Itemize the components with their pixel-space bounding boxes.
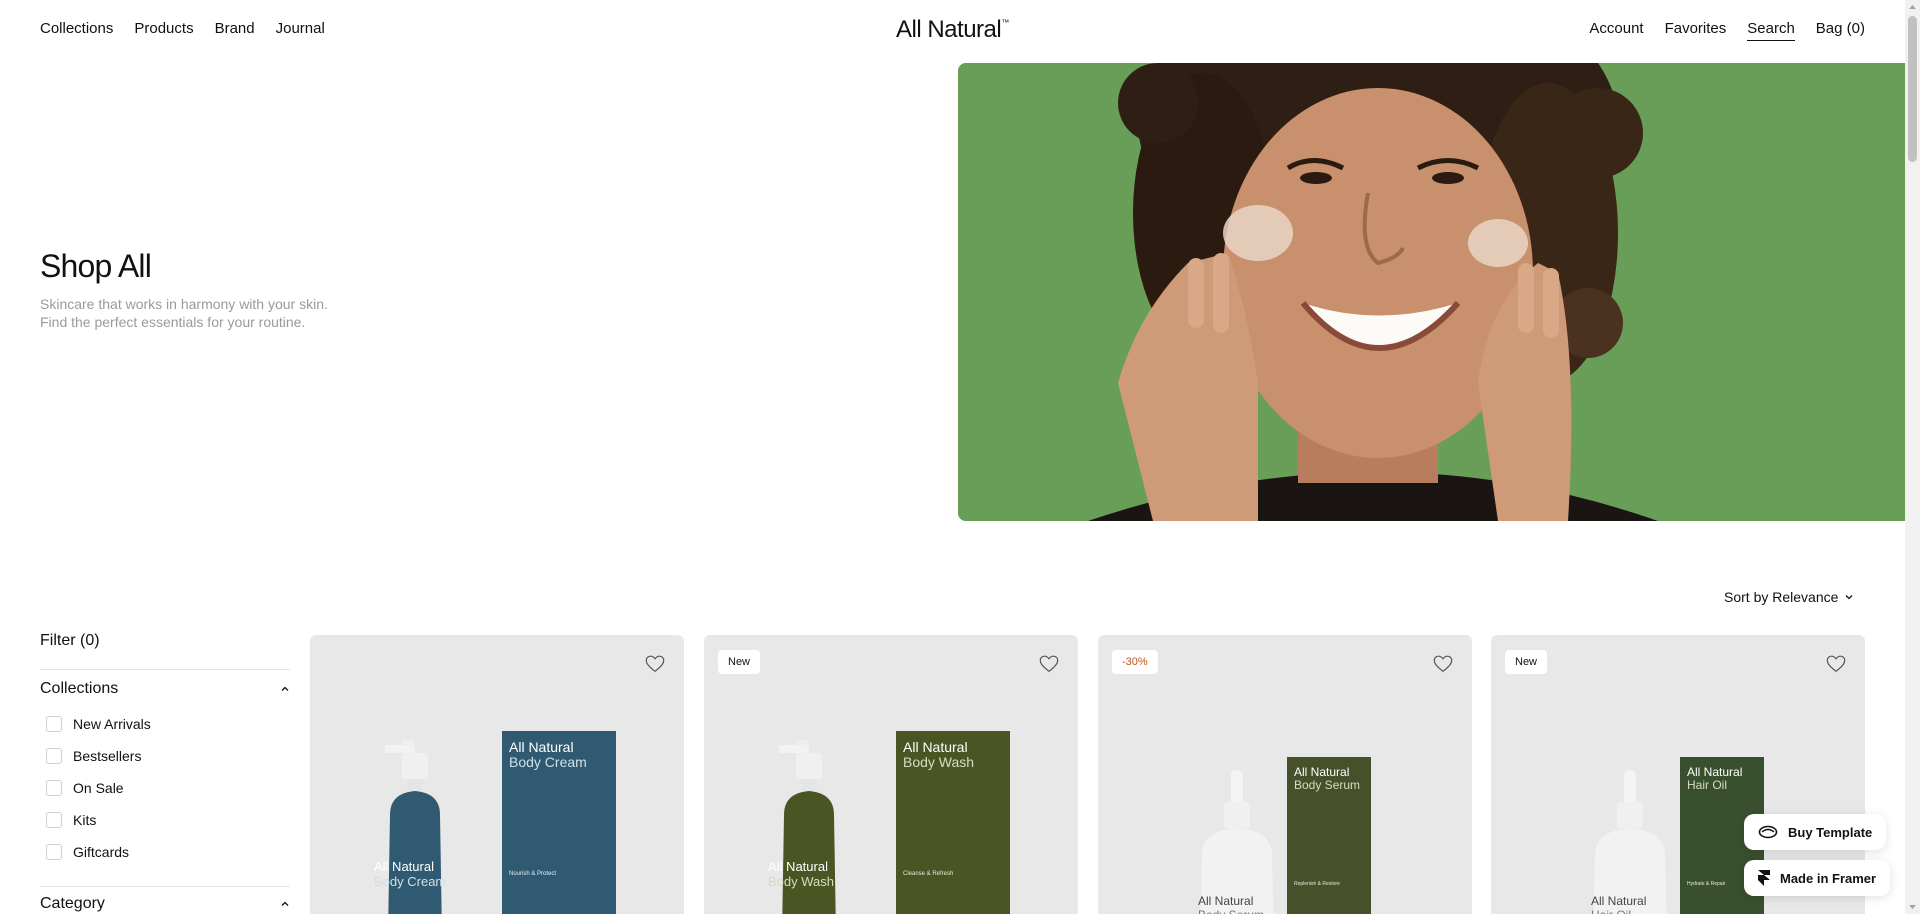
product-bottle-brand: All Natural <box>768 859 828 874</box>
hero-text: Shop All Skincare that works in harmony … <box>40 248 360 331</box>
filter-option-on-sale[interactable]: On Sale <box>40 772 290 804</box>
filter-title: Filter (0) <box>40 632 100 649</box>
product-box-tagline: Hydrate & Repair <box>1687 881 1726 887</box>
checkbox[interactable] <box>46 812 62 828</box>
scroll-down-arrow-icon[interactable] <box>1908 902 1917 911</box>
account-nav: Account Favorites Search Bag (0) <box>1589 20 1865 41</box>
nav-journal[interactable]: Journal <box>276 20 325 37</box>
primary-nav: Collections Products Brand Journal <box>40 20 325 37</box>
product-box-brand: All Natural <box>1294 765 1350 779</box>
hero-subtitle-line-2: Find the perfect essentials for your rou… <box>40 314 306 330</box>
collections-toggle[interactable]: Collections <box>40 670 290 698</box>
heart-icon[interactable] <box>644 653 666 675</box>
nav-brand[interactable]: Brand <box>215 20 255 37</box>
product-bottle-brand: All Natural <box>1591 894 1647 908</box>
made-in-framer-label: Made in Framer <box>1780 870 1877 886</box>
product-bottle-name: Body Wash <box>768 874 834 889</box>
heart-icon[interactable] <box>1825 653 1847 675</box>
product-bottle-name: Hair Oil <box>1591 908 1631 914</box>
checkbox[interactable] <box>46 716 62 732</box>
heart-icon[interactable] <box>1432 653 1454 675</box>
filter-option-label: Kits <box>73 812 97 828</box>
hero-portrait-illustration <box>958 63 1905 521</box>
product-image <box>1200 757 1371 914</box>
filter-option-label: Bestsellers <box>73 748 142 764</box>
filter-option-label: Giftcards <box>73 844 130 860</box>
product-bottle-brand: All Natural <box>1198 894 1254 908</box>
product-card-body-wash[interactable]: New All Natural Body Wash All Natural Bo… <box>704 635 1078 914</box>
filter-section-category: Category <box>40 886 290 913</box>
product-box-name: Body Wash <box>903 754 975 770</box>
hero-image <box>958 63 1905 521</box>
product-card-body-cream[interactable]: All Natural Body Cream All Natural Body … <box>310 635 684 914</box>
filter-option-kits[interactable]: Kits <box>40 804 290 836</box>
product-card-body-serum[interactable]: -30% All Natural Body Serum All Natural … <box>1098 635 1472 914</box>
nav-favorites[interactable]: Favorites <box>1665 20 1727 41</box>
product-box-tagline: Replenish & Restore <box>1294 881 1340 887</box>
nav-search[interactable]: Search <box>1747 20 1795 41</box>
page-scrollbar[interactable] <box>1905 0 1920 914</box>
chevron-up-icon <box>281 686 289 691</box>
product-image <box>779 731 1010 914</box>
product-bottle-brand: All Natural <box>374 859 434 874</box>
framer-logo-icon <box>1758 870 1770 886</box>
collections-list: New Arrivals Bestsellers On Sale Kits Gi… <box>40 708 290 868</box>
template-icon <box>1758 825 1778 839</box>
hero-subtitle-line-1: Skincare that works in harmony with your… <box>40 296 328 312</box>
product-image <box>385 731 616 914</box>
nav-account[interactable]: Account <box>1589 20 1643 41</box>
scroll-up-arrow-icon[interactable] <box>1908 3 1917 12</box>
checkbox[interactable] <box>46 844 62 860</box>
heart-icon[interactable] <box>1038 653 1060 675</box>
product-box-brand: All Natural <box>903 739 968 755</box>
logo-text: All Natural <box>896 16 1002 43</box>
hero-subtitle: Skincare that works in harmony with your… <box>40 295 360 331</box>
checkbox[interactable] <box>46 780 62 796</box>
site-header: Collections Products Brand Journal All N… <box>0 0 1905 62</box>
buy-template-button[interactable]: Buy Template <box>1744 814 1887 850</box>
filter-option-new-arrivals[interactable]: New Arrivals <box>40 708 290 740</box>
sort-dropdown[interactable]: Sort by Relevance <box>1724 589 1854 605</box>
product-box-tagline: Cleanse & Refresh <box>903 871 954 877</box>
chevron-down-icon <box>1845 595 1853 600</box>
filter-option-bestsellers[interactable]: Bestsellers <box>40 740 290 772</box>
nav-products[interactable]: Products <box>134 20 193 37</box>
made-in-framer-button[interactable]: Made in Framer <box>1744 860 1891 896</box>
filter-option-label: New Arrivals <box>73 716 151 732</box>
product-box-tagline: Nourish & Protect <box>509 871 557 877</box>
site-logo[interactable]: All Natural™ <box>896 16 1009 44</box>
product-box-name: Body Serum <box>1294 778 1361 792</box>
chevron-up-icon <box>281 901 289 906</box>
product-bottle-name: Body Cream <box>374 874 447 889</box>
product-box-brand: All Natural <box>1687 765 1743 779</box>
product-box-name: Hair Oil <box>1687 778 1728 792</box>
nav-bag[interactable]: Bag (0) <box>1816 20 1865 41</box>
filter-option-giftcards[interactable]: Giftcards <box>40 836 290 868</box>
logo-trademark: ™ <box>1001 18 1009 27</box>
filter-section-collections: Collections New Arrivals Bestsellers On … <box>40 669 290 868</box>
scrollbar-thumb[interactable] <box>1908 16 1917 162</box>
page-title: Shop All <box>40 248 152 284</box>
buy-template-label: Buy Template <box>1788 824 1873 840</box>
collections-heading: Collections <box>40 680 119 697</box>
checkbox[interactable] <box>46 748 62 764</box>
nav-collections[interactable]: Collections <box>40 20 113 37</box>
sort-label: Sort by Relevance <box>1724 589 1839 605</box>
product-box-brand: All Natural <box>509 739 574 755</box>
filter-option-label: On Sale <box>73 780 124 796</box>
category-heading: Category <box>40 895 105 912</box>
category-toggle[interactable]: Category <box>40 887 290 913</box>
product-box-name: Body Cream <box>509 754 587 770</box>
product-bottle-name: Body Serum <box>1198 908 1264 914</box>
